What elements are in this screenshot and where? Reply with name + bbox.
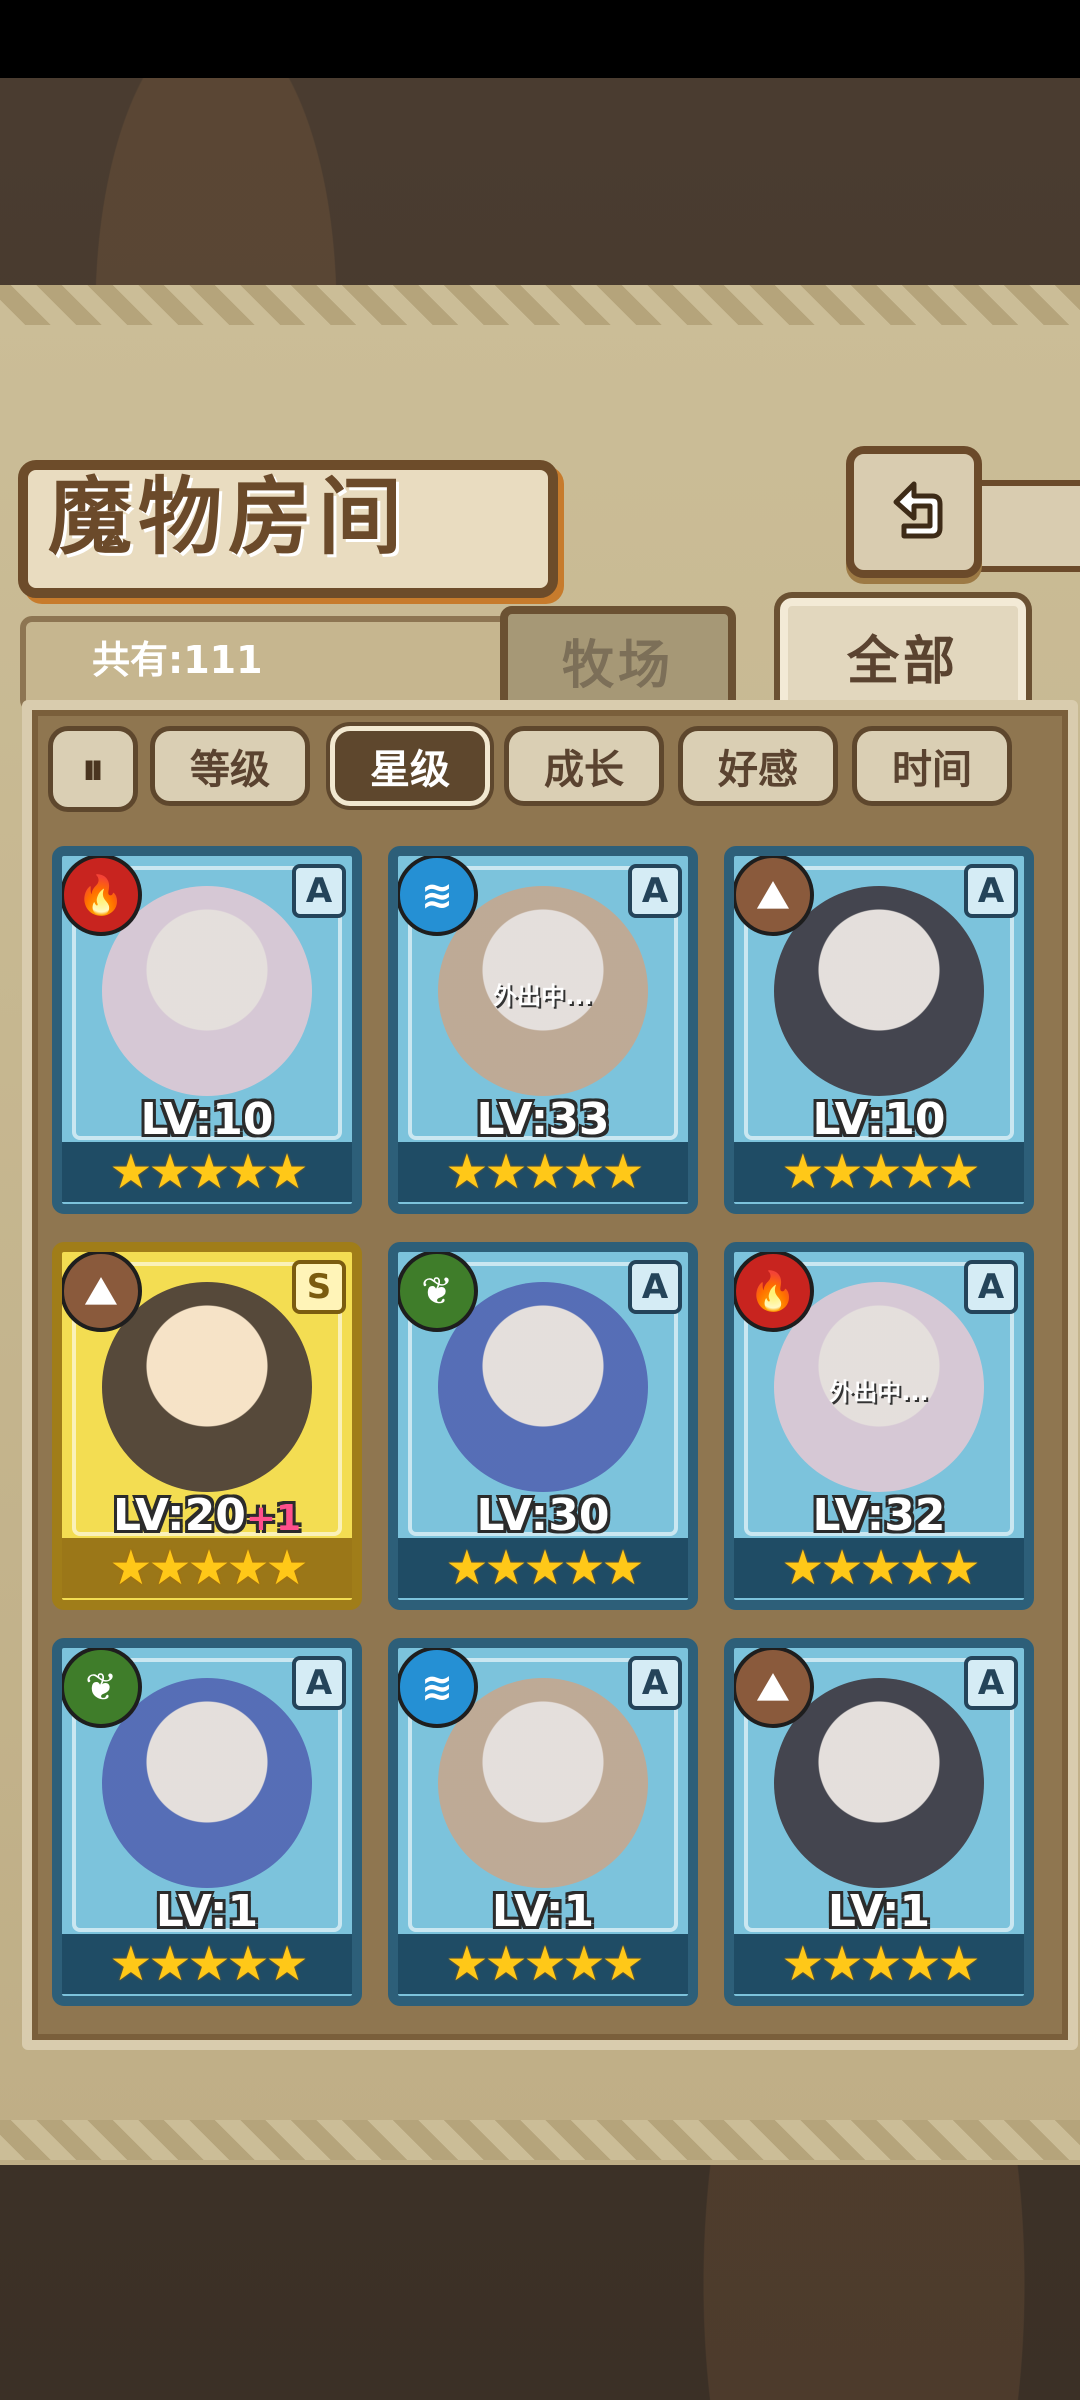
- monster-card[interactable]: 🔥 A 外出中... LV:32 ★★★★★: [724, 1242, 1034, 1610]
- rank-badge: A: [964, 1260, 1018, 1314]
- water-element-icon: ≋: [398, 1648, 478, 1728]
- level-bonus: +1: [245, 1498, 302, 1539]
- monster-level: LV:10: [62, 1094, 352, 1145]
- rank-badge: A: [628, 1656, 682, 1710]
- sort-level-button[interactable]: 等级: [150, 726, 310, 806]
- level-text: LV:1: [155, 1886, 259, 1937]
- tab-ranch[interactable]: 牧场: [500, 606, 736, 714]
- fire-element-icon: 🔥: [62, 856, 142, 936]
- rank-badge: A: [292, 1656, 346, 1710]
- rank-badge: A: [964, 864, 1018, 918]
- level-text: LV:1: [491, 1886, 595, 1937]
- monster-level: LV:20+1: [62, 1490, 352, 1541]
- monster-count: 共有:111: [92, 638, 263, 682]
- star-rating: ★★★★★: [62, 1538, 352, 1598]
- rank-badge: A: [628, 1260, 682, 1314]
- level-text: LV:20: [112, 1490, 246, 1541]
- back-button[interactable]: [846, 446, 982, 578]
- monster-level: LV:1: [734, 1886, 1024, 1937]
- star-rating: ★★★★★: [734, 1934, 1024, 1994]
- level-text: LV:10: [812, 1094, 946, 1145]
- water-element-icon: ≋: [398, 856, 478, 936]
- sort-affection-button[interactable]: 好感: [678, 726, 838, 806]
- level-text: LV:1: [827, 1886, 931, 1937]
- sort-order-toggle[interactable]: ⏸: [48, 726, 138, 812]
- sort-time-button[interactable]: 时间: [852, 726, 1012, 806]
- monster-card[interactable]: ⛰ A LV:1 ★★★★★: [724, 1638, 1034, 2006]
- earth-element-icon: ⛰: [734, 856, 814, 936]
- level-text: LV:10: [140, 1094, 274, 1145]
- away-status-label: 外出中...: [493, 982, 593, 1010]
- monster-card[interactable]: ⛰ S LV:20+1 ★★★★★: [52, 1242, 362, 1610]
- monster-level: LV:1: [62, 1886, 352, 1937]
- rank-badge: S: [292, 1260, 346, 1314]
- star-rating: ★★★★★: [734, 1538, 1024, 1598]
- star-rating: ★★★★★: [398, 1538, 688, 1598]
- monster-card[interactable]: ❦ A LV:1 ★★★★★: [52, 1638, 362, 2006]
- panel-bottom-border: [0, 2120, 1080, 2160]
- monster-card[interactable]: ≋ A 外出中... LV:33 ★★★★★: [388, 846, 698, 1214]
- star-rating: ★★★★★: [62, 1142, 352, 1202]
- monster-level: LV:10: [734, 1094, 1024, 1145]
- tab-all[interactable]: 全部: [780, 598, 1026, 714]
- monster-card[interactable]: ≋ A LV:1 ★★★★★: [388, 1638, 698, 2006]
- earth-element-icon: ⛰: [62, 1252, 142, 1332]
- status-bar: [0, 0, 1080, 78]
- back-bar: [966, 480, 1080, 572]
- star-rating: ★★★★★: [62, 1934, 352, 1994]
- level-text: LV:33: [476, 1094, 610, 1145]
- earth-element-icon: ⛰: [734, 1648, 814, 1728]
- monster-level: LV:30: [398, 1490, 688, 1541]
- monster-level: LV:33: [398, 1094, 688, 1145]
- leaf-element-icon: ❦: [62, 1648, 142, 1728]
- rank-badge: A: [964, 1656, 1018, 1710]
- panel-top-border: [0, 285, 1080, 325]
- sort-star-button[interactable]: 星级: [330, 726, 490, 806]
- monster-card[interactable]: ❦ A LV:30 ★★★★★: [388, 1242, 698, 1610]
- rank-badge: A: [292, 864, 346, 918]
- monster-card[interactable]: ⛰ A LV:10 ★★★★★: [724, 846, 1034, 1214]
- leaf-element-icon: ❦: [398, 1252, 478, 1332]
- star-rating: ★★★★★: [398, 1934, 688, 1994]
- monster-level: LV:32: [734, 1490, 1024, 1541]
- monster-level: LV:1: [398, 1886, 688, 1937]
- star-rating: ★★★★★: [398, 1142, 688, 1202]
- level-text: LV:32: [812, 1490, 946, 1541]
- away-status-label: 外出中...: [829, 1378, 929, 1406]
- back-arrow-icon: [893, 481, 943, 539]
- page-title: 魔物房间: [48, 467, 409, 566]
- rank-badge: A: [628, 864, 682, 918]
- star-rating: ★★★★★: [734, 1142, 1024, 1202]
- sort-growth-button[interactable]: 成长: [504, 726, 664, 806]
- level-text: LV:30: [476, 1490, 610, 1541]
- fire-element-icon: 🔥: [734, 1252, 814, 1332]
- sort-toggle-icon: ⏸: [82, 743, 104, 795]
- monster-card[interactable]: 🔥 A LV:10 ★★★★★: [52, 846, 362, 1214]
